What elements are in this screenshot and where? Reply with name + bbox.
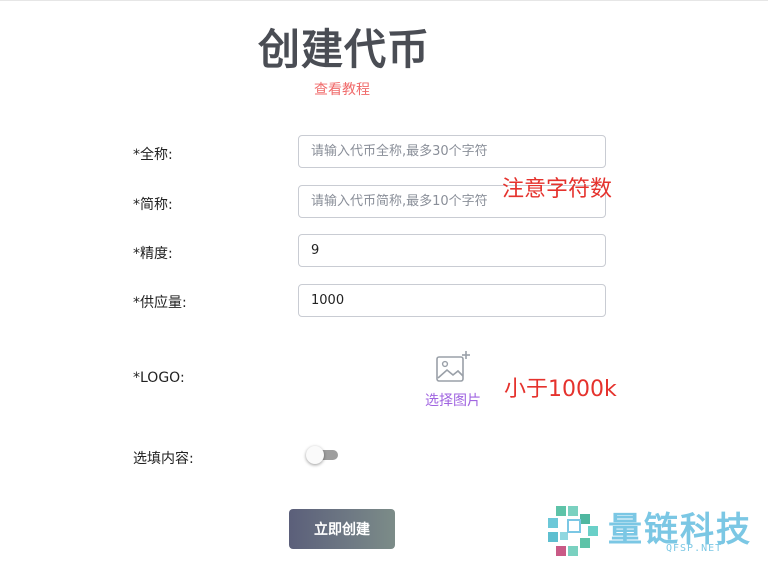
upload-label: 选择图片 bbox=[425, 393, 481, 409]
supply-label: *供应量: bbox=[133, 295, 187, 311]
precision-label: *精度: bbox=[133, 246, 173, 262]
create-button[interactable]: 立即创建 bbox=[289, 509, 395, 549]
optional-label: 选填内容: bbox=[133, 451, 194, 467]
char-count-annotation: 注意字符数 bbox=[502, 177, 613, 202]
watermark-logo-icon bbox=[548, 506, 598, 556]
optional-toggle[interactable] bbox=[306, 446, 340, 464]
supply-input[interactable] bbox=[298, 284, 606, 317]
toggle-knob bbox=[306, 446, 324, 464]
image-add-icon bbox=[436, 351, 470, 382]
full-name-input[interactable] bbox=[298, 135, 606, 168]
logo-upload-button[interactable]: 选择图片 bbox=[423, 350, 483, 412]
size-annotation: 小于1000k bbox=[504, 377, 617, 402]
watermark: 量链科技 QFSP.NET bbox=[546, 500, 768, 562]
full-name-label: *全称: bbox=[133, 147, 173, 163]
tutorial-link[interactable]: 查看教程 bbox=[314, 79, 370, 99]
precision-input[interactable] bbox=[298, 234, 606, 267]
short-name-label: *简称: bbox=[133, 197, 173, 213]
logo-label: *LOGO: bbox=[133, 370, 185, 386]
watermark-site: QFSP.NET bbox=[666, 543, 723, 554]
page-title: 创建代币 bbox=[258, 25, 431, 74]
top-divider bbox=[0, 0, 768, 1]
